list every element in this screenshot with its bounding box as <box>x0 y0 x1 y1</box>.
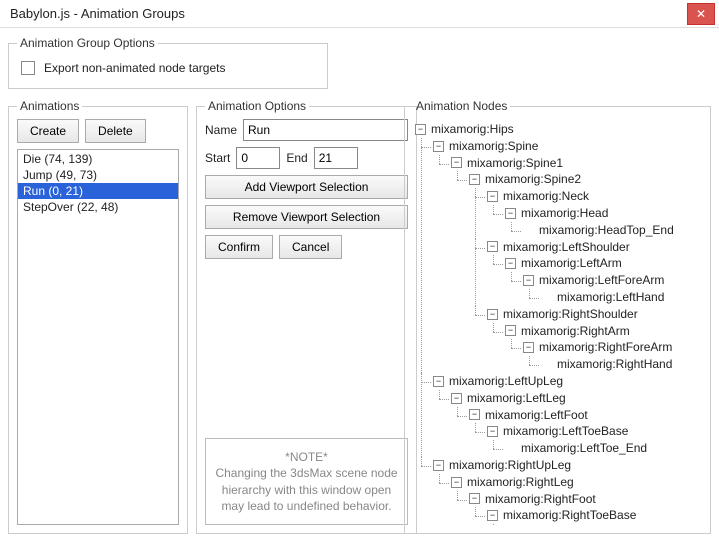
tree-node-label[interactable]: mixamorig:LeftForeArm <box>539 272 664 289</box>
tree-node-label[interactable]: mixamorig:Head <box>521 205 608 222</box>
end-label: End <box>286 151 307 165</box>
remove-viewport-button[interactable]: Remove Viewport Selection <box>205 205 408 229</box>
tree-collapse-icon[interactable]: − <box>469 409 480 420</box>
tree-node-label[interactable]: mixamorig:LeftLeg <box>467 390 566 407</box>
tree-node-label[interactable]: mixamorig:RightShoulder <box>503 306 638 323</box>
animations-legend: Animations <box>17 99 82 113</box>
tree-node-label[interactable]: mixamorig:RightToe_End <box>521 524 655 525</box>
list-item[interactable]: Jump (49, 73) <box>18 167 178 183</box>
tree-collapse-icon[interactable]: − <box>415 124 426 135</box>
delete-button[interactable]: Delete <box>85 119 146 143</box>
tree-node-label[interactable]: mixamorig:RightLeg <box>467 474 574 491</box>
tree-collapse-icon[interactable]: − <box>433 376 444 387</box>
export-nonanimated-checkbox[interactable] <box>21 61 35 75</box>
tree-collapse-icon[interactable]: − <box>451 393 462 404</box>
group-options-box: Animation Group Options Export non-anima… <box>8 36 328 89</box>
animation-nodes-box: Animation Nodes −mixamorig:Hips−mixamori… <box>404 99 711 534</box>
create-button[interactable]: Create <box>17 119 79 143</box>
note-body: Changing the 3dsMax scene node hierarchy… <box>214 465 399 514</box>
tree-node-label[interactable]: mixamorig:HeadTop_End <box>539 222 674 239</box>
tree-node-label[interactable]: mixamorig:RightFoot <box>485 491 596 508</box>
note-title: *NOTE* <box>214 449 399 465</box>
tree-node-label[interactable]: mixamorig:RightForeArm <box>539 339 672 356</box>
tree-node-label[interactable]: mixamorig:Hips <box>431 121 514 138</box>
export-nonanimated-label: Export non-animated node targets <box>44 61 225 75</box>
add-viewport-button[interactable]: Add Viewport Selection <box>205 175 408 199</box>
list-item[interactable]: StepOver (22, 48) <box>18 199 178 215</box>
tree-node-label[interactable]: mixamorig:LeftToeBase <box>503 423 628 440</box>
start-label: Start <box>205 151 230 165</box>
tree-node-label[interactable]: mixamorig:Spine2 <box>485 171 581 188</box>
tree-collapse-icon[interactable]: − <box>487 309 498 320</box>
tree-node-label[interactable]: mixamorig:RightHand <box>557 356 672 373</box>
animations-list[interactable]: Die (74, 139)Jump (49, 73)Run (0, 21)Ste… <box>17 149 179 525</box>
name-input[interactable] <box>243 119 408 141</box>
group-options-legend: Animation Group Options <box>17 36 158 50</box>
tree-collapse-icon[interactable]: − <box>469 174 480 185</box>
tree-node-label[interactable]: mixamorig:LeftHand <box>557 289 664 306</box>
name-label: Name <box>205 123 237 137</box>
tree-collapse-icon[interactable]: − <box>451 477 462 488</box>
tree-collapse-icon[interactable]: − <box>487 241 498 252</box>
tree-collapse-icon[interactable]: − <box>505 208 516 219</box>
tree-node-label[interactable]: mixamorig:Spine <box>449 138 538 155</box>
tree-collapse-icon[interactable]: − <box>487 191 498 202</box>
columns: Animations Create Delete Die (74, 139)Ju… <box>8 99 711 534</box>
tree-node-label[interactable]: mixamorig:RightUpLeg <box>449 457 571 474</box>
tree-collapse-icon[interactable]: − <box>487 510 498 521</box>
end-input[interactable] <box>314 147 358 169</box>
close-button[interactable]: ✕ <box>687 3 715 25</box>
confirm-button[interactable]: Confirm <box>205 235 273 259</box>
list-item[interactable]: Run (0, 21) <box>18 183 178 199</box>
tree-collapse-icon[interactable]: − <box>523 275 534 286</box>
animation-nodes-legend: Animation Nodes <box>413 99 510 113</box>
tree-collapse-icon[interactable]: − <box>433 460 444 471</box>
tree-collapse-icon[interactable]: − <box>451 157 462 168</box>
content: Animation Group Options Export non-anima… <box>0 28 719 542</box>
tree-node-label[interactable]: mixamorig:RightArm <box>521 323 630 340</box>
tree-collapse-icon[interactable]: − <box>505 325 516 336</box>
tree-node-label[interactable]: mixamorig:LeftFoot <box>485 407 588 424</box>
tree-collapse-icon[interactable]: − <box>469 493 480 504</box>
list-item[interactable]: Die (74, 139) <box>18 151 178 167</box>
animations-box: Animations Create Delete Die (74, 139)Ju… <box>8 99 188 534</box>
nodes-column: Animation Nodes −mixamorig:Hips−mixamori… <box>404 99 711 534</box>
tree-node-label[interactable]: mixamorig:Spine1 <box>467 155 563 172</box>
start-input[interactable] <box>236 147 280 169</box>
tree-node-label[interactable]: mixamorig:LeftToe_End <box>521 440 647 457</box>
tree-collapse-icon[interactable]: − <box>523 342 534 353</box>
tree-collapse-icon[interactable]: − <box>433 141 444 152</box>
window-title: Babylon.js - Animation Groups <box>10 6 687 21</box>
close-icon: ✕ <box>696 7 706 21</box>
tree-node-label[interactable]: mixamorig:RightToeBase <box>503 507 636 524</box>
tree-node-label[interactable]: mixamorig:LeftShoulder <box>503 239 630 256</box>
animations-column: Animations Create Delete Die (74, 139)Ju… <box>8 99 188 534</box>
tree-collapse-icon[interactable]: − <box>505 258 516 269</box>
tree-node-label[interactable]: mixamorig:LeftArm <box>521 255 622 272</box>
cancel-button[interactable]: Cancel <box>279 235 342 259</box>
tree-collapse-icon[interactable]: − <box>487 426 498 437</box>
animation-options-legend: Animation Options <box>205 99 309 113</box>
export-checkbox-row: Export non-animated node targets <box>17 56 319 80</box>
tree-node-label[interactable]: mixamorig:Neck <box>503 188 589 205</box>
animation-options-box: Animation Options Name Start End Add Vie… <box>196 99 417 534</box>
tree-node-label[interactable]: mixamorig:LeftUpLeg <box>449 373 563 390</box>
animation-nodes-tree[interactable]: −mixamorig:Hips−mixamorig:Spine−mixamori… <box>413 119 702 525</box>
title-bar: Babylon.js - Animation Groups ✕ <box>0 0 719 28</box>
options-column: Animation Options Name Start End Add Vie… <box>196 99 396 534</box>
note-box: *NOTE* Changing the 3dsMax scene node hi… <box>205 438 408 525</box>
